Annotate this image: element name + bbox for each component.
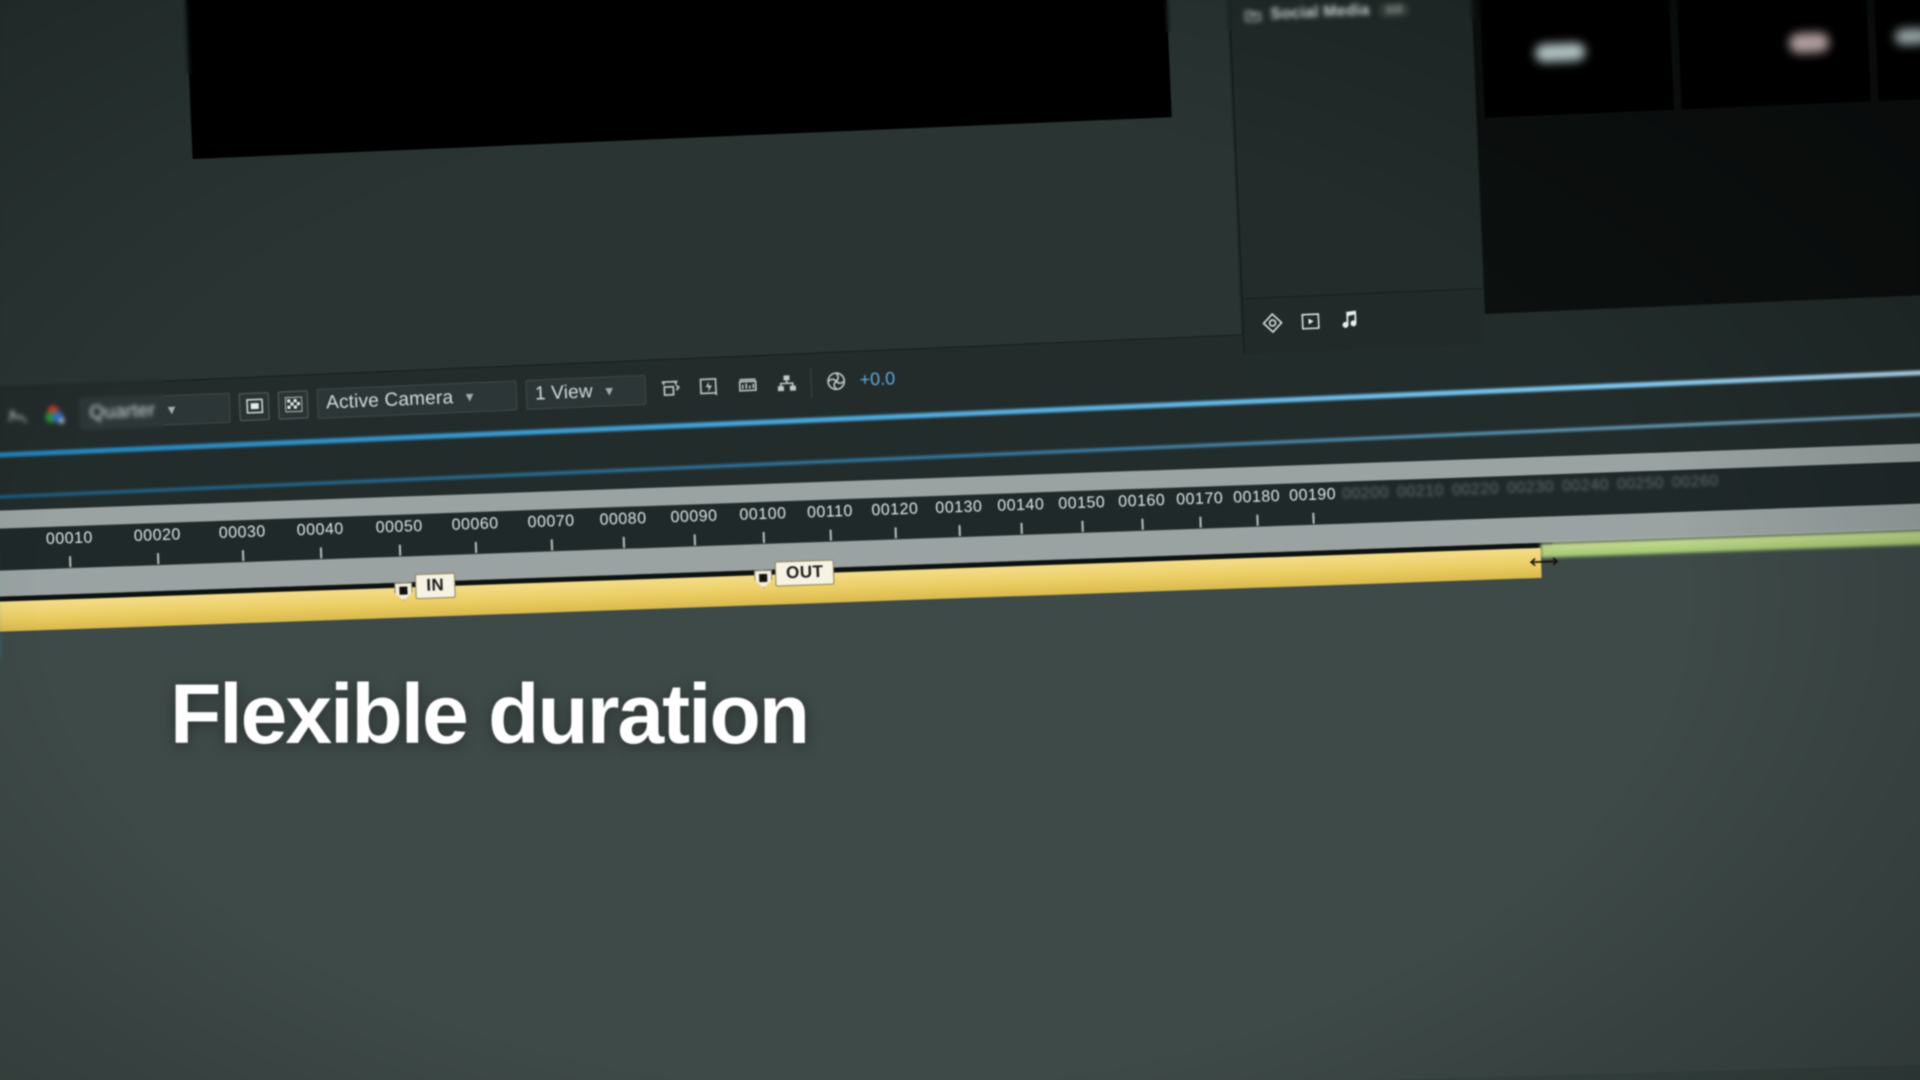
thumbnail-cell[interactable]	[1479, 0, 1674, 118]
video-frame-icon[interactable]	[1299, 310, 1322, 338]
bins-footer-toolbar	[1242, 288, 1485, 355]
asset-thumbnail-grid[interactable]	[1454, 0, 1920, 314]
folder-icon	[1244, 7, 1262, 24]
renderer-icon[interactable]	[771, 370, 802, 397]
out-marker-label: OUT	[774, 559, 835, 587]
bin-item-social-media[interactable]: Social Media 112	[1229, 0, 1470, 42]
timecode-tick-mark	[69, 556, 72, 568]
bins-list: Vintage 76 AI VHS 16	[1216, 0, 1471, 42]
chevron-down-icon: ▼	[602, 383, 617, 399]
resize-handle-cursor[interactable]	[1529, 554, 1560, 574]
timecode-tick-mark	[622, 536, 626, 548]
views-value: 1 View	[534, 380, 594, 405]
timecode-tick-mark	[693, 534, 697, 546]
timecode-tick-label: 00230	[1506, 478, 1555, 497]
show-snapshot-icon[interactable]	[2, 403, 33, 430]
music-note-icon[interactable]	[1337, 308, 1360, 336]
screenshot-root: Quarter ▼ Active Camera ▼ 1 View ▼ +0.0 …	[0, 0, 1920, 1080]
timecode-tick-label: 00050	[375, 517, 423, 537]
timecode-tick-label: 00110	[806, 502, 854, 522]
timecode-tick-label: 00080	[599, 510, 647, 529]
timecode-tick-mark	[156, 553, 160, 565]
timecode-tick-mark	[958, 525, 961, 537]
timecode-tick-label: 00040	[296, 520, 345, 540]
transparency-grid-icon[interactable]	[277, 389, 309, 420]
resolution-dropdown[interactable]: Quarter ▼	[79, 392, 231, 429]
timecode-tick-label: 00010	[45, 529, 94, 549]
timecode-tick-mark	[550, 539, 554, 551]
thumbnail-cell[interactable]	[1676, 0, 1871, 110]
transitions-icon[interactable]	[1261, 312, 1284, 340]
timecode-tick-label: 00130	[935, 498, 983, 517]
timecode-tick-mark	[1141, 518, 1144, 530]
exposure-aperture-icon[interactable]	[820, 368, 851, 395]
thumbnail-cell[interactable]	[1873, 0, 1920, 101]
camera-value: Active Camera	[325, 386, 454, 414]
in-marker-label: IN	[414, 572, 456, 600]
bin-label: Social Media	[1270, 1, 1370, 23]
timecode-tick-mark	[319, 547, 323, 559]
timecode-tick-label: 00070	[527, 512, 575, 532]
composition-viewer[interactable]	[179, 0, 1172, 160]
timecode-tick-mark	[894, 527, 897, 539]
timecode-tick-mark	[241, 550, 245, 562]
timecode-tick-label: 00190	[1288, 485, 1337, 505]
timecode-tick-label: 00030	[218, 523, 267, 542]
timecode-tick-label: 00250	[1616, 474, 1665, 494]
timecode-tick-label: 00120	[871, 500, 919, 520]
timecode-tick-label: 00210	[1396, 482, 1445, 501]
library-bins-panel: Vintage 76 AI VHS 16	[1214, 0, 1485, 355]
timecode-tick-label: 00060	[451, 515, 499, 534]
timecode-tick-mark	[474, 541, 478, 554]
timecode-tick-label: 00260	[1671, 472, 1720, 492]
timecode-tick-mark	[1199, 516, 1202, 528]
timecode-tick-mark	[398, 544, 402, 556]
timecode-tick-label: 00240	[1561, 476, 1610, 496]
timecode-tick-label: 00170	[1175, 489, 1224, 509]
timecode-tick-mark	[762, 531, 765, 544]
timecode-tick-label: 00140	[997, 496, 1045, 515]
views-dropdown[interactable]: 1 View ▼	[525, 374, 647, 410]
toolbar-divider	[810, 367, 813, 398]
chevron-down-icon: ▼	[164, 401, 179, 418]
timecode-tick-label: 00020	[133, 526, 182, 545]
timecode-tick-label: 00220	[1451, 480, 1500, 499]
timecode-tick-mark	[1256, 514, 1259, 526]
timecode-tick-label: 00180	[1232, 487, 1281, 507]
chevron-down-icon: ▼	[462, 389, 477, 405]
timecode-tick-label: 00100	[739, 505, 787, 524]
timecode-tick-mark	[829, 529, 832, 541]
timecode-tick-label: 00160	[1117, 491, 1166, 511]
timecode-tick-label: 00200	[1341, 484, 1390, 503]
timecode-tick-mark	[1312, 512, 1315, 524]
timeline-graph-icon[interactable]	[732, 371, 763, 398]
camera-dropdown[interactable]: Active Camera ▼	[316, 379, 518, 419]
timecode-tick-label: 00090	[670, 507, 718, 527]
caption-text: Flexible duration	[170, 667, 810, 761]
region-of-interest-icon[interactable]	[238, 391, 270, 421]
exposure-value[interactable]: +0.0	[859, 368, 895, 391]
in-marker-dot	[399, 586, 408, 595]
timecode-tick-mark	[1020, 522, 1023, 534]
timecode-tick-label: 00150	[1058, 494, 1106, 513]
color-channels-icon[interactable]	[41, 401, 72, 428]
viewer-panel	[0, 0, 1242, 390]
fast-preview-icon[interactable]	[693, 373, 724, 400]
pixel-aspect-ratio-icon[interactable]	[654, 375, 685, 402]
resolution-value: Quarter	[88, 399, 156, 424]
bin-badge: 112	[1378, 1, 1410, 18]
timecode-tick-mark	[1081, 520, 1084, 532]
out-marker-dot	[759, 573, 768, 583]
